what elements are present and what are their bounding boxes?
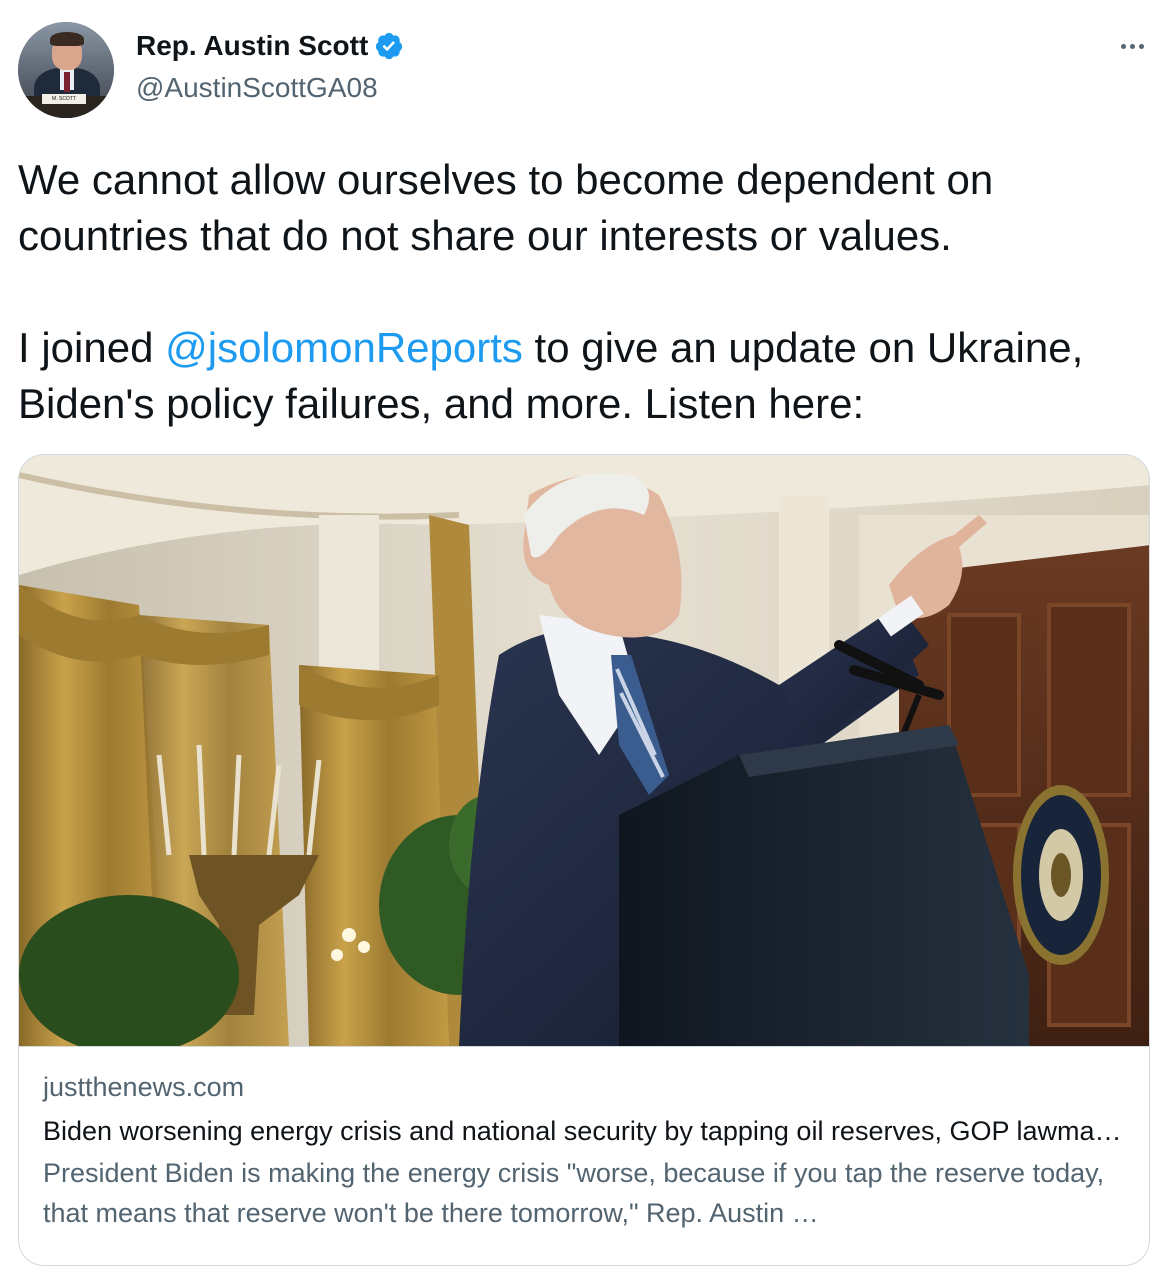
author-handle[interactable]: @AustinScottGA08	[136, 72, 378, 104]
tweet-paragraph-2: I joined @jsolomonReports to give an upd…	[18, 320, 1158, 432]
verified-badge-icon	[376, 32, 403, 60]
mention-link[interactable]: @jsolomonReports	[165, 324, 523, 371]
tweet-paragraph-1: We cannot allow ourselves to become depe…	[18, 156, 994, 259]
link-preview-image[interactable]	[19, 455, 1149, 1047]
link-preview-card[interactable]: justthenews.com Biden worsening energy c…	[18, 454, 1150, 1266]
more-horizontal-icon[interactable]	[1114, 34, 1150, 58]
author-name-row[interactable]: Rep. Austin Scott	[136, 30, 404, 62]
tweet-paragraph-2-prefix: I joined	[18, 324, 166, 371]
tweet[interactable]: M. SCOTT Rep. Austin Scott @AustinScottG…	[0, 0, 1176, 1284]
link-domain: justthenews.com	[43, 1072, 245, 1102]
author-avatar[interactable]: M. SCOTT	[18, 22, 114, 118]
tweet-header: M. SCOTT Rep. Austin Scott @AustinScottG…	[18, 20, 1158, 120]
link-preview-text: justthenews.com Biden worsening energy c…	[43, 1069, 1127, 1233]
avatar-nameplate: M. SCOTT	[42, 94, 86, 104]
author-display-name[interactable]: Rep. Austin Scott	[136, 30, 368, 62]
link-description: President Biden is making the energy cri…	[43, 1158, 1105, 1228]
link-title[interactable]: Biden worsening energy crisis and nation…	[43, 1113, 1127, 1149]
tweet-text: We cannot allow ourselves to become depe…	[18, 152, 1158, 432]
